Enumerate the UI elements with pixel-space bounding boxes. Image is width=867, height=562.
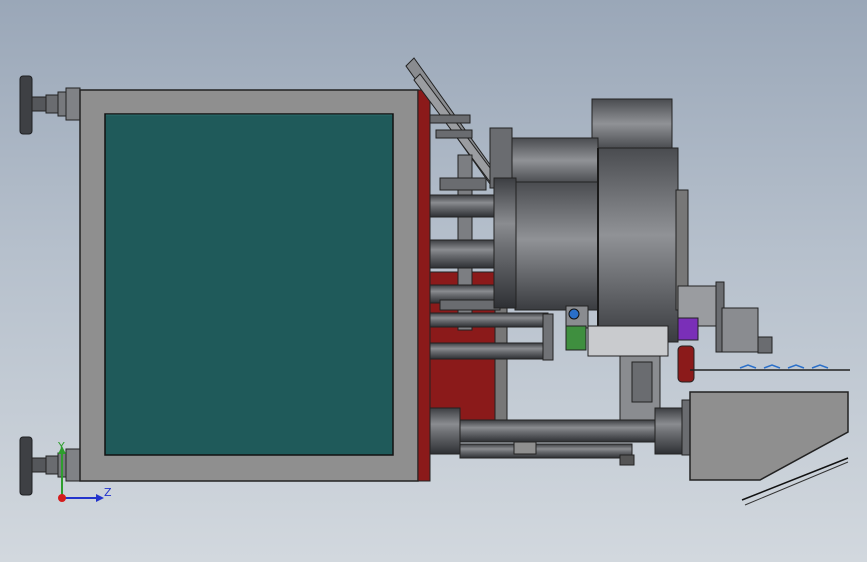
y-axis-label: Y <box>58 440 65 453</box>
purple-valve <box>677 317 699 341</box>
origin-marker <box>58 494 66 502</box>
z-axis-label: Z <box>104 486 112 499</box>
cabinet-window-panel <box>104 113 394 456</box>
main-cabinet[interactable] <box>79 89 419 482</box>
discharge-chute[interactable] <box>689 364 850 506</box>
leveling-foot-top <box>19 75 81 135</box>
cad-viewport[interactable]: Y Z <box>0 0 867 562</box>
red-cylinder <box>677 345 695 383</box>
green-block <box>565 325 587 351</box>
machine-assembly-drawing[interactable] <box>0 0 867 562</box>
